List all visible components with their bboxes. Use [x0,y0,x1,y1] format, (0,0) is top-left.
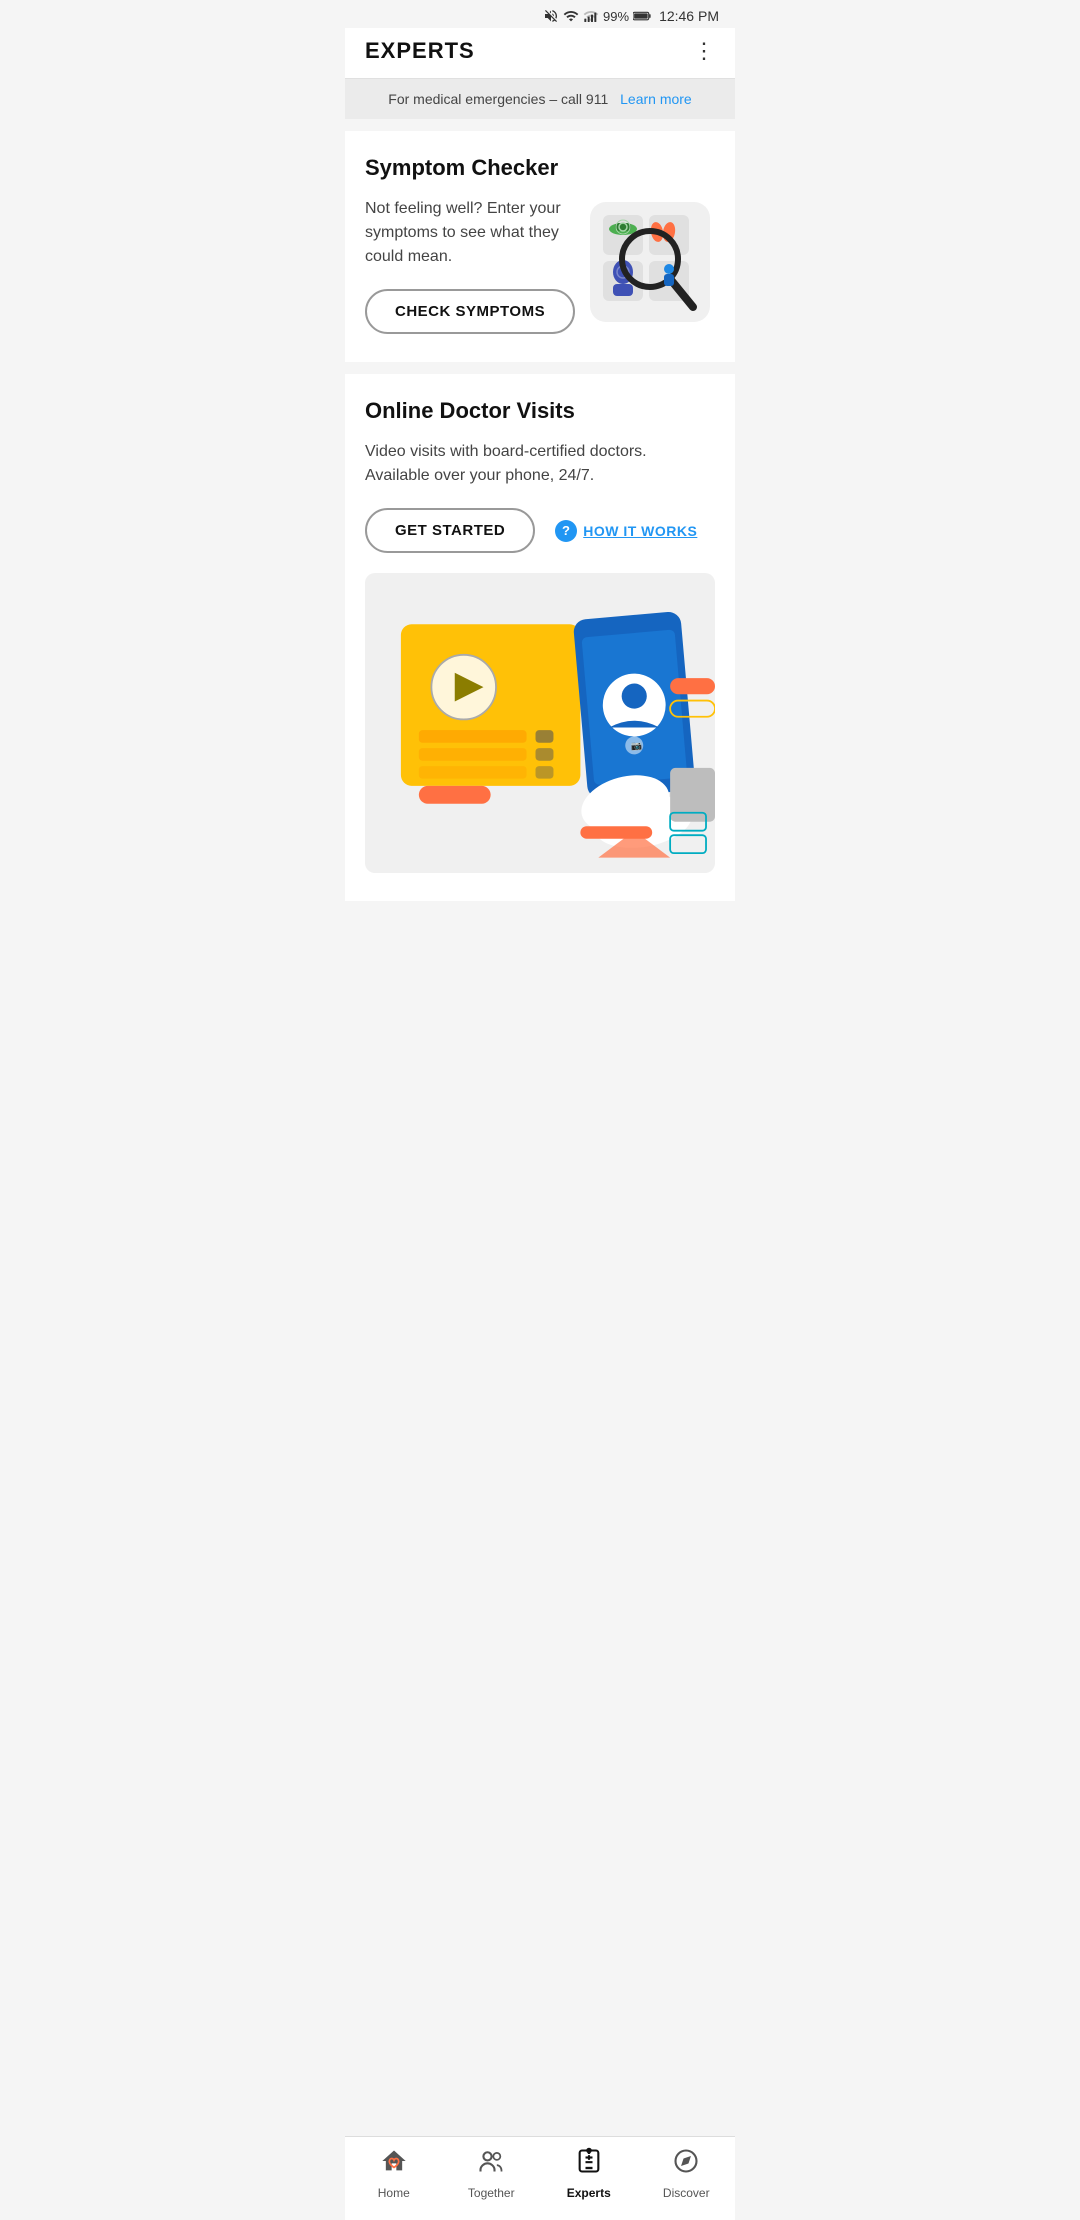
doctor-actions: GET STARTED ? HOW IT WORKS [365,508,715,553]
symptom-checker-illustration [585,197,715,327]
question-icon: ? [555,520,577,542]
symptom-checker-card: Symptom Checker Not feeling well? Enter … [345,131,735,362]
discover-icon [672,2147,700,2182]
battery-text: 99% [603,9,629,24]
home-icon [380,2147,408,2182]
app-title: EXPERTS [365,38,475,64]
status-bar: 99% 12:46 PM [345,0,735,28]
app-header: EXPERTS ⋮ [345,28,735,79]
symptom-checker-content: Not feeling well? Enter your symptoms to… [365,197,715,334]
together-nav-label: Together [468,2186,515,2200]
battery-icon [633,10,651,22]
bottom-navigation: Home Together [345,2136,735,2220]
signal-icon [583,8,599,24]
nav-item-together[interactable]: Together [443,2147,541,2200]
online-doctor-description: Video visits with board-certified doctor… [365,440,703,488]
mute-icon [543,8,559,24]
get-started-button[interactable]: GET STARTED [365,508,535,553]
symptom-svg [585,197,715,327]
nav-item-experts[interactable]: Experts [540,2147,638,2200]
svg-text:📷: 📷 [630,740,642,751]
emergency-banner: For medical emergencies – call 911 Learn… [345,79,735,119]
learn-more-link[interactable]: Learn more [620,91,692,107]
time-display: 12:46 PM [659,8,719,24]
symptom-checker-title: Symptom Checker [365,155,715,181]
how-it-works-label: HOW IT WORKS [583,523,697,539]
experts-nav-label: Experts [567,2186,611,2200]
discover-nav-label: Discover [663,2186,710,2200]
video-illustration[interactable]: 📷 [365,573,715,873]
check-symptoms-button[interactable]: CHECK SYMPTOMS [365,289,575,334]
together-icon [477,2147,505,2182]
experts-icon [575,2147,603,2182]
more-menu-button[interactable]: ⋮ [693,38,715,64]
online-doctor-card: Online Doctor Visits Video visits with b… [345,374,735,901]
home-nav-label: Home [378,2186,410,2200]
nav-item-discover[interactable]: Discover [638,2147,736,2200]
emergency-text: For medical emergencies – call 911 [388,91,608,107]
online-doctor-title: Online Doctor Visits [365,398,715,424]
how-it-works-button[interactable]: ? HOW IT WORKS [555,520,697,542]
symptom-checker-description: Not feeling well? Enter your symptoms to… [365,197,573,269]
status-icons: 99% 12:46 PM [543,8,719,24]
wifi-icon [563,8,579,24]
video-svg: 📷 [365,573,715,873]
nav-item-home[interactable]: Home [345,2147,443,2200]
